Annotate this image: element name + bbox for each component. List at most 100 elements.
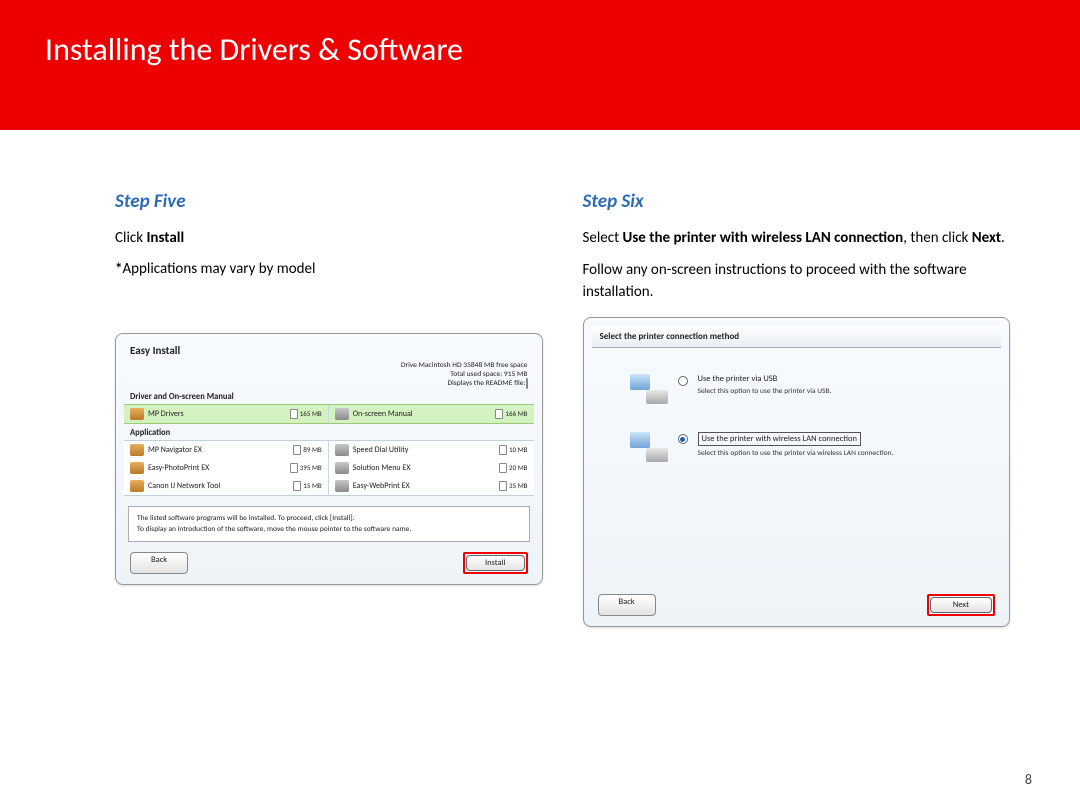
next-button[interactable]: Next: [930, 597, 992, 613]
text: , then click: [903, 229, 972, 247]
doc-icon: [293, 481, 301, 491]
item-name: Solution Menu EX: [353, 463, 411, 473]
help-box: The listed software programs will be ins…: [128, 506, 530, 543]
content-area: Step Five Click Install *Applications ma…: [0, 130, 1080, 627]
header-bar: Installing the Drivers & Software: [0, 0, 1080, 130]
lan-text: Use the printer with wireless LAN connec…: [698, 432, 894, 458]
package-icon: [130, 462, 144, 474]
package-icon: [335, 462, 349, 474]
usb-radio[interactable]: [678, 376, 688, 386]
step-six-line1: Select Use the printer with wireless LAN…: [583, 228, 1011, 250]
size-text: 35 MB: [509, 481, 527, 490]
note-body: Applications may vary by model: [122, 260, 315, 278]
apps-section-label: Application: [124, 424, 534, 440]
connection-button-row: Back Next: [598, 594, 996, 616]
usb-device-icon: [630, 374, 668, 404]
item-name: On-screen Manual: [353, 409, 413, 419]
page-number: 8: [1025, 771, 1032, 788]
free-space: Drive Macintosh HD 35848 MB free space: [124, 361, 528, 370]
manual-icon: [335, 408, 349, 420]
usb-text: Use the printer via USB Select this opti…: [698, 374, 832, 396]
apps-row: MP Navigator EX 89 MB Speed Dial Utility 1…: [124, 440, 534, 496]
step-five-instruction: Click Install: [115, 228, 543, 250]
easy-install-dialog: Easy Install Drive Macintosh HD 35848 MB…: [115, 333, 543, 586]
item-size: 166 MB: [491, 409, 527, 419]
app-item[interactable]: Canon IJ Network Tool 15 MB: [124, 477, 329, 495]
bold2: Next: [972, 229, 1001, 247]
item-size: 20 MB: [495, 463, 527, 473]
package-icon: [130, 480, 144, 492]
app-item[interactable]: Speed Dial Utility 10 MB: [329, 441, 534, 459]
back-button[interactable]: Back: [598, 594, 656, 616]
install-button[interactable]: Install: [466, 555, 525, 571]
help-line-1: The listed software programs will be ins…: [137, 513, 521, 524]
usb-desc: Select this option to use the printer vi…: [698, 387, 832, 396]
size-text: 15 MB: [303, 481, 321, 490]
back-button[interactable]: Back: [130, 552, 188, 574]
doc-icon: [293, 445, 301, 455]
item-name: Speed Dial Utility: [353, 445, 409, 455]
item-name: MP Drivers: [148, 409, 184, 419]
size-text: 165 MB: [300, 409, 322, 418]
item-name: Easy-PhotoPrint EX: [148, 463, 209, 473]
radio-dot-icon: [680, 437, 685, 442]
driver-item[interactable]: MP Drivers 165 MB: [124, 405, 329, 423]
text: .: [1001, 229, 1005, 247]
drivers-section-label: Driver and On-screen Manual: [124, 388, 534, 404]
item-size: 89 MB: [289, 445, 321, 455]
lan-option[interactable]: Use the printer with wireless LAN connec…: [630, 432, 978, 462]
doc-icon: [290, 409, 298, 419]
easy-install-title: Easy Install: [124, 342, 534, 361]
package-icon: [130, 408, 144, 420]
step-six-line2: Follow any on-screen instructions to pro…: [583, 260, 1011, 304]
size-text: 166 MB: [505, 409, 527, 418]
item-size: 10 MB: [495, 445, 527, 455]
lan-label: Use the printer with wireless LAN connec…: [698, 432, 862, 446]
package-icon: [335, 480, 349, 492]
package-icon: [335, 444, 349, 456]
size-text: 395 MB: [300, 463, 322, 472]
size-text: 89 MB: [303, 445, 321, 454]
text: Select: [583, 229, 623, 247]
item-size: 35 MB: [495, 481, 527, 491]
next-highlight: Next: [927, 594, 995, 616]
lan-device-icon: [630, 432, 668, 462]
item-size: 165 MB: [286, 409, 322, 419]
usb-option[interactable]: Use the printer via USB Select this opti…: [630, 374, 978, 404]
doc-icon: [499, 445, 507, 455]
package-icon: [130, 444, 144, 456]
size-text: 10 MB: [509, 445, 527, 454]
readme-icon[interactable]: [526, 378, 528, 389]
size-text: 20 MB: [509, 463, 527, 472]
item-name: Canon IJ Network Tool: [148, 481, 220, 491]
item-size: 15 MB: [289, 481, 321, 491]
connection-method-dialog: Select the printer connection method Use…: [583, 317, 1011, 627]
text: Click: [115, 229, 146, 247]
disk-info: Drive Macintosh HD 35848 MB free space T…: [124, 361, 534, 388]
app-item[interactable]: Easy-WebPrint EX 35 MB: [329, 477, 534, 495]
bold1: Use the printer with wireless LAN connec…: [623, 229, 904, 247]
connection-body: Use the printer via USB Select this opti…: [592, 348, 1002, 504]
lan-radio[interactable]: [678, 434, 688, 444]
doc-icon: [290, 463, 298, 473]
doc-icon: [495, 409, 503, 419]
step-five-column: Step Five Click Install *Applications ma…: [115, 190, 543, 627]
doc-icon: [499, 463, 507, 473]
item-size: 395 MB: [286, 463, 322, 473]
drivers-row: MP Drivers 165 MB On-screen Manual 166 MB: [124, 404, 534, 424]
readme-label: Displays the README file:: [447, 379, 525, 388]
used-space: Total used space: 915 MB: [124, 370, 528, 379]
item-name: Easy-WebPrint EX: [353, 481, 410, 491]
step-six-heading: Step Six: [583, 190, 1011, 213]
button-row: Back Install: [124, 548, 534, 576]
app-item[interactable]: Solution Menu EX 20 MB: [329, 459, 534, 477]
app-item[interactable]: Easy-PhotoPrint EX 395 MB: [124, 459, 329, 477]
connection-heading: Select the printer connection method: [592, 326, 1002, 348]
app-item[interactable]: MP Navigator EX 89 MB: [124, 441, 329, 459]
readme-line: Displays the README file:: [124, 379, 528, 388]
driver-item[interactable]: On-screen Manual 166 MB: [329, 405, 534, 423]
item-name: MP Navigator EX: [148, 445, 202, 455]
install-highlight: Install: [463, 552, 528, 574]
step-five-heading: Step Five: [115, 190, 543, 213]
step-five-note: *Applications may vary by model: [115, 260, 543, 278]
